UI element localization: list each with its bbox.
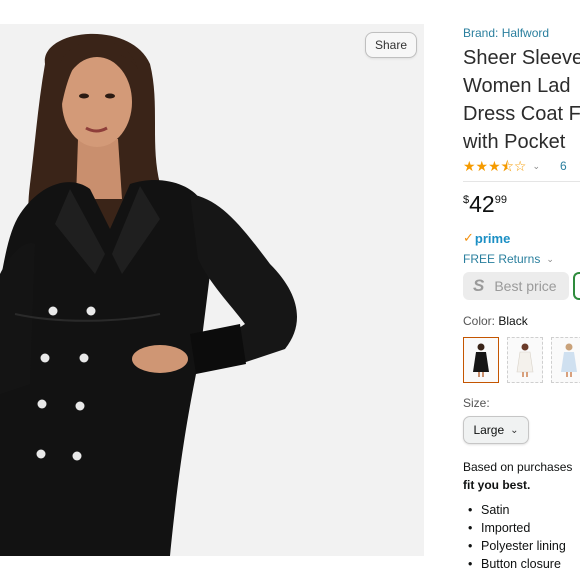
chevron-down-icon[interactable]: ⌄ bbox=[532, 161, 540, 172]
fit-bold: fit you best. bbox=[463, 478, 531, 492]
best-price-row: S Best price bbox=[463, 272, 580, 300]
color-value: Black bbox=[498, 314, 528, 328]
title-line: Women Lad bbox=[463, 75, 571, 97]
list-item: Satin bbox=[468, 501, 580, 519]
color-swatches bbox=[463, 337, 580, 383]
fit-recommendation: Based on purchases fit you best. bbox=[463, 458, 580, 494]
half-star-icon: ⯪ bbox=[500, 158, 514, 174]
feature-list: Satin Imported Polyester lining Button c… bbox=[463, 501, 580, 573]
free-returns-label: FREE Returns bbox=[463, 252, 541, 266]
rating-row[interactable]: ★★★⯪☆ ⌄ 6 bbox=[463, 158, 580, 174]
chevron-down-icon: ⌄ bbox=[510, 424, 519, 436]
best-price-logo: S bbox=[473, 276, 485, 295]
swatch-white[interactable] bbox=[507, 337, 543, 383]
light-blue-dress-icon bbox=[561, 343, 577, 377]
title-line: Sheer Sleeve bbox=[463, 47, 580, 69]
title-line: with Pocket bbox=[463, 131, 566, 153]
size-dropdown[interactable]: Large ⌄ bbox=[463, 416, 529, 444]
prime-label: prime bbox=[474, 230, 511, 246]
black-dress-icon bbox=[473, 343, 489, 377]
product-title: Sheer Sleeve Women Lad Dress Coat F with… bbox=[463, 44, 580, 156]
color-label-text: Color: bbox=[463, 314, 496, 328]
rating-count-link[interactable]: 6 bbox=[560, 159, 567, 173]
empty-star-icon: ☆ bbox=[513, 158, 527, 174]
best-price-button[interactable]: S Best price bbox=[463, 272, 569, 300]
price-whole: 42 bbox=[469, 191, 495, 217]
title-line: Dress Coat F bbox=[463, 103, 580, 125]
size-label: Size: bbox=[463, 396, 490, 410]
model-photo bbox=[0, 24, 424, 556]
price-fraction: 99 bbox=[494, 194, 507, 206]
brand-link[interactable]: Brand: Halfword bbox=[463, 26, 580, 40]
product-details: Brand: Halfword Sheer Sleeve Women Lad D… bbox=[463, 24, 580, 573]
size-selected: Large bbox=[473, 423, 505, 437]
list-item: Button closure bbox=[468, 555, 580, 573]
swatch-black[interactable] bbox=[463, 337, 499, 383]
prime-check-icon: ✓ bbox=[463, 230, 474, 245]
price: $ 42 99 bbox=[463, 192, 580, 218]
white-dress-icon bbox=[516, 343, 534, 377]
best-price-label: Best price bbox=[494, 278, 557, 294]
free-returns-link[interactable]: FREE Returns ⌄ bbox=[463, 252, 580, 266]
product-image[interactable] bbox=[0, 24, 424, 556]
color-label: Color: Black bbox=[463, 314, 580, 328]
list-item: Polyester lining bbox=[468, 537, 580, 555]
swatch-light-blue[interactable] bbox=[551, 337, 580, 383]
list-item: Imported bbox=[468, 519, 580, 537]
chevron-down-icon: ⌄ bbox=[546, 253, 554, 264]
prime-badge[interactable]: ✓ prime bbox=[463, 230, 580, 246]
share-button[interactable]: Share bbox=[365, 32, 417, 58]
green-action-button[interactable] bbox=[573, 272, 580, 300]
divider bbox=[463, 181, 580, 182]
star-rating[interactable]: ★★★⯪☆ bbox=[463, 159, 526, 173]
fit-prefix: Based on purchases bbox=[463, 460, 573, 474]
